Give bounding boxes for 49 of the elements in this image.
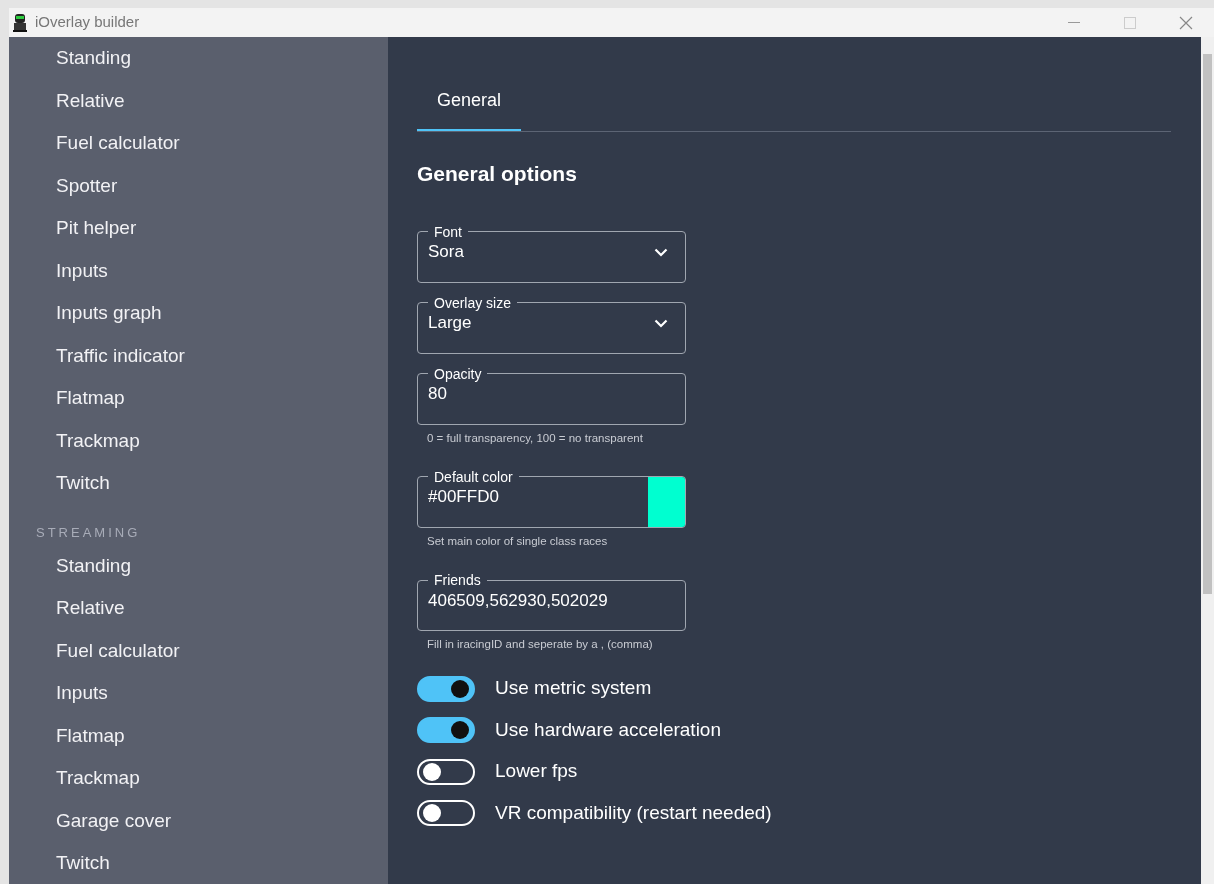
field-label: Overlay size <box>433 293 513 312</box>
field-value: #00FFD0 <box>428 486 499 509</box>
sidebar-item[interactable]: Spotter <box>9 172 118 215</box>
sidebar-item[interactable]: Trackmap <box>9 427 140 470</box>
sidebar-item[interactable]: Garage cover <box>9 807 172 850</box>
sidebar-item[interactable]: Flatmap <box>9 722 125 765</box>
help-text: 0 = full transparency, 100 = no transparent <box>427 430 643 446</box>
sidebar-section-title: STREAMING <box>35 523 141 542</box>
switch-label: Use hardware acceleration <box>495 717 721 742</box>
field-label: Opacity <box>433 364 483 383</box>
sidebar-item[interactable]: Inputs <box>9 680 108 723</box>
section-heading: General options <box>417 161 578 187</box>
maximize-icon <box>1124 16 1136 29</box>
sidebar-item[interactable]: Flatmap <box>9 385 125 428</box>
field-value: 406509,562930,502029 <box>428 589 608 612</box>
field-label: Default color <box>433 467 514 486</box>
app-icon <box>13 13 27 32</box>
input-field[interactable]: Friends 406509,562930,502029 <box>417 571 686 631</box>
field-label: Font <box>433 222 463 241</box>
minimize-icon <box>1068 21 1080 24</box>
sidebar-item[interactable]: Relative <box>9 595 125 638</box>
switch-label: Lower fps <box>495 759 578 784</box>
toggle-switch[interactable] <box>417 675 475 702</box>
window-title: iOverlay builder <box>35 12 140 33</box>
sidebar-item[interactable]: Trackmap <box>9 765 140 808</box>
close-icon <box>1179 15 1193 30</box>
help-text: Fill in iracingID and seperate by a , (comma) <box>427 637 653 652</box>
toggle-switch[interactable] <box>417 717 475 743</box>
sidebar-item[interactable]: Standing <box>9 552 131 595</box>
chevron-down-icon <box>654 318 668 328</box>
chevron-down-icon <box>654 247 668 257</box>
sidebar-item[interactable]: Inputs <box>9 257 108 300</box>
tab[interactable]: General <box>417 77 522 131</box>
sidebar-item[interactable]: Twitch <box>9 850 110 884</box>
scrollbar-thumb[interactable] <box>1203 54 1212 594</box>
sidebar-item[interactable]: Standing <box>9 45 131 88</box>
switch-label: Use metric system <box>495 676 652 701</box>
field-value: 80 <box>428 383 447 405</box>
sidebar-item[interactable]: Twitch <box>9 470 110 513</box>
sidebar-item[interactable]: Relative <box>9 87 125 130</box>
field-label: Friends <box>433 571 482 589</box>
color-swatch[interactable] <box>648 476 685 527</box>
sidebar-item[interactable]: Pit helper <box>9 215 137 258</box>
sidebar-item[interactable]: Fuel calculator <box>9 637 180 680</box>
sidebar-item[interactable]: Traffic indicator <box>9 342 185 385</box>
sidebar-item[interactable]: Fuel calculator <box>9 130 180 173</box>
sidebar-item[interactable]: Inputs graph <box>9 300 162 343</box>
help-text: Set main color of single class races <box>427 533 608 549</box>
switch-label: VR compatibility (restart needed) <box>495 800 772 825</box>
